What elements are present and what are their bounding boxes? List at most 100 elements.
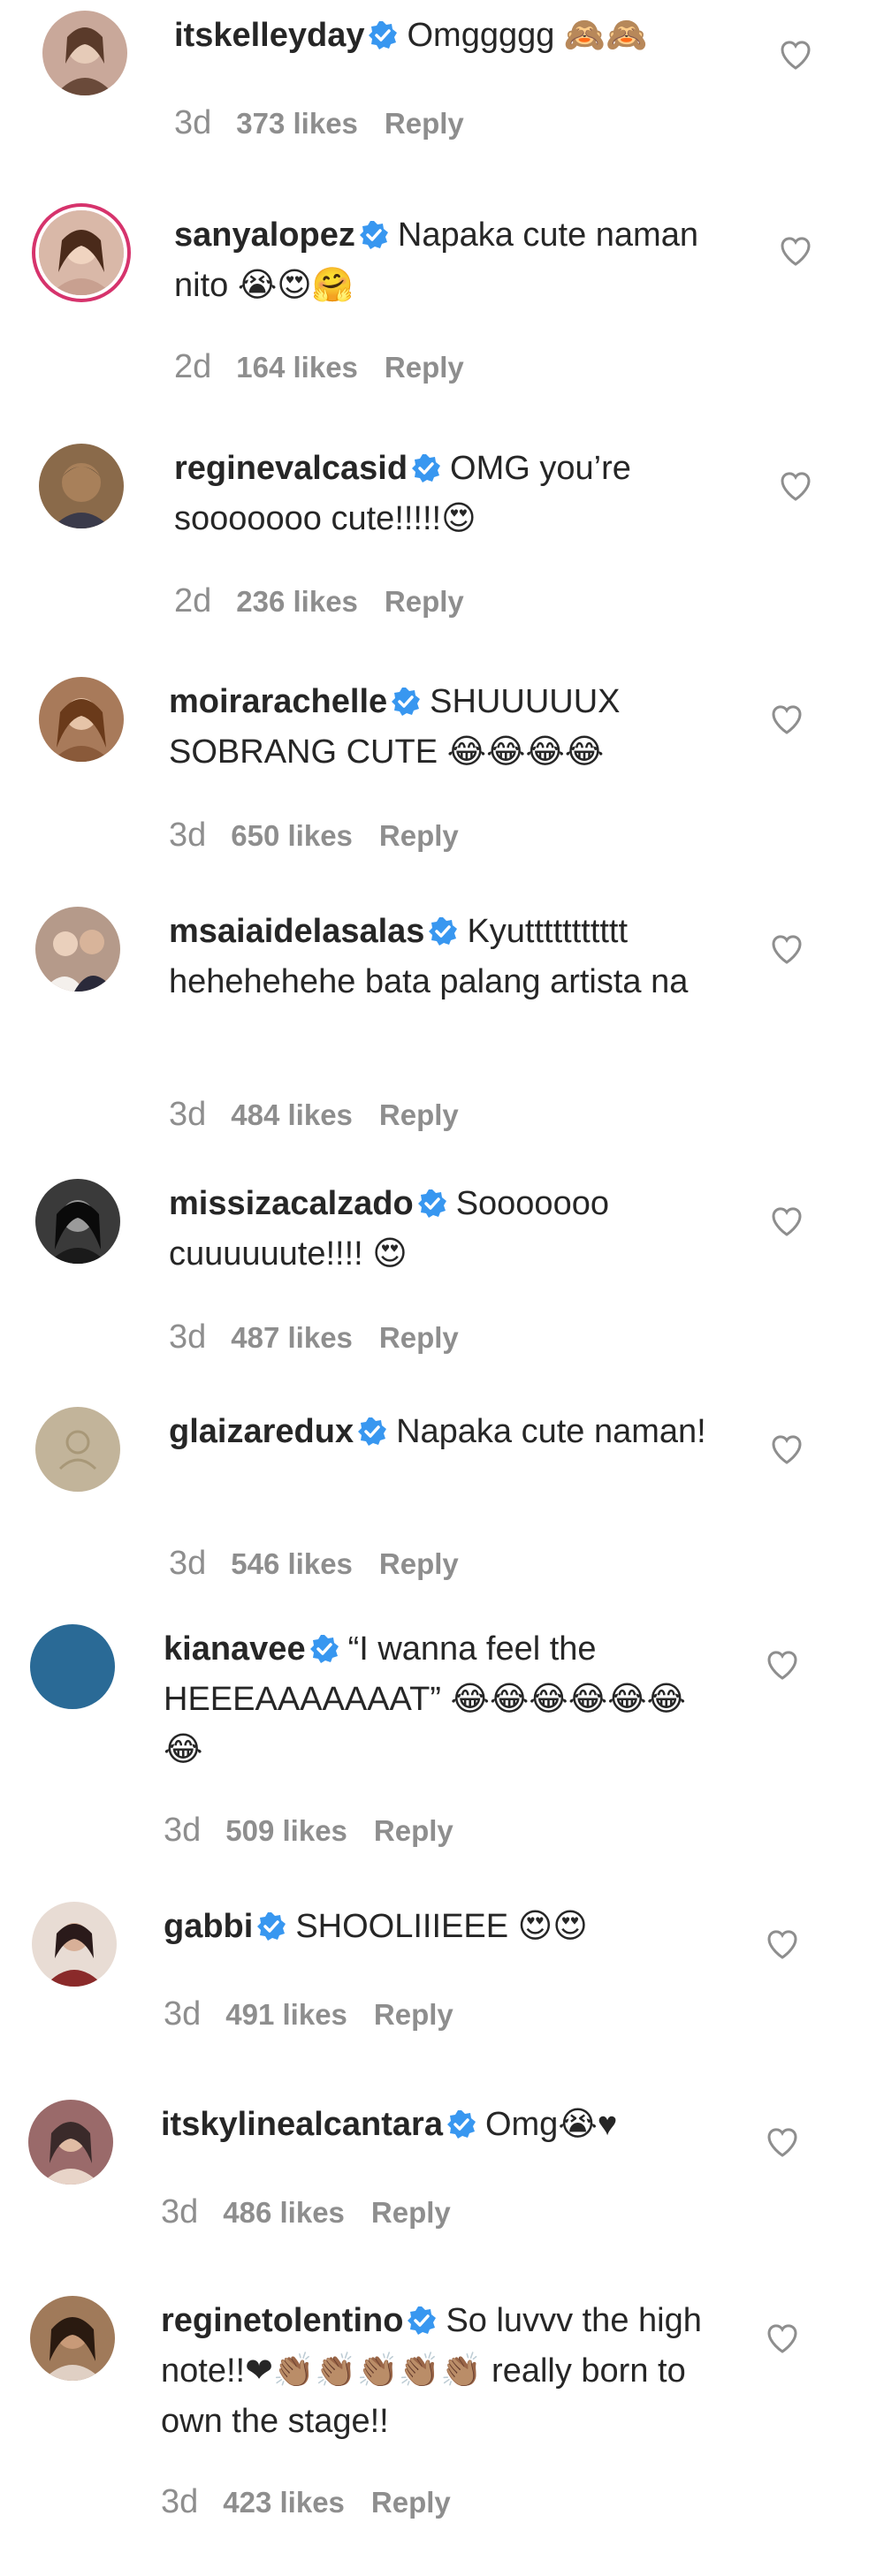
reply-button[interactable]: Reply <box>371 2196 451 2229</box>
username-link[interactable]: moirarachelle <box>169 683 387 720</box>
comment-text-block: missizacalzado Sooooooo cuuuuuute!!!! 😍 <box>169 1179 717 1280</box>
comment-body: Omggggg 🙈🙈 <box>407 17 648 54</box>
comment-age[interactable]: 3d <box>169 817 206 854</box>
reply-button[interactable]: Reply <box>374 1814 453 1847</box>
heart-outline-icon[interactable] <box>765 2124 800 2160</box>
comment-text-block: itskelleyday Omggggg 🙈🙈 <box>174 11 722 61</box>
comment-age[interactable]: 3d <box>169 1545 206 1582</box>
heart-outline-icon[interactable] <box>778 233 813 269</box>
heart-outline-icon[interactable] <box>765 1926 800 1962</box>
comment-age[interactable]: 2d <box>174 582 211 619</box>
comment-text-block: moirarachelle SHUUUUUX SOBRANG CUTE 😂😂😂😂 <box>169 677 717 778</box>
comment-age[interactable]: 2d <box>174 348 211 385</box>
heart-outline-icon[interactable] <box>769 702 804 737</box>
avatar[interactable] <box>30 2296 115 2381</box>
comment-age[interactable]: 3d <box>164 1812 201 1849</box>
comment-age[interactable]: 3d <box>169 1096 206 1133</box>
reply-button[interactable]: Reply <box>379 1321 459 1354</box>
verified-badge-icon <box>446 2109 476 2139</box>
likes-count[interactable]: 546 likes <box>231 1547 353 1580</box>
avatar[interactable] <box>39 677 124 762</box>
heart-outline-icon[interactable] <box>778 37 813 72</box>
comment-age[interactable]: 3d <box>169 1318 206 1356</box>
comment-body: Omg😭♥ <box>484 2106 618 2143</box>
comment-meta: 3d 373 likes Reply <box>174 104 464 142</box>
comment-meta: 3d 650 likes Reply <box>169 817 459 855</box>
username-link[interactable]: missizacalzado <box>169 1185 414 1222</box>
heart-outline-icon[interactable] <box>765 2321 800 2356</box>
reply-button[interactable]: Reply <box>385 107 464 140</box>
likes-count[interactable]: 236 likes <box>236 585 358 618</box>
comment-age[interactable]: 3d <box>161 2483 198 2520</box>
avatar[interactable] <box>35 1179 120 1264</box>
verified-badge-icon <box>391 687 421 717</box>
reply-button[interactable]: Reply <box>371 2486 451 2519</box>
comment-meta: 3d 423 likes Reply <box>161 2483 451 2521</box>
comment-text-block: gabbi SHOOLIIIEEE 😍😍 <box>164 1902 712 1952</box>
avatar[interactable] <box>28 2100 113 2185</box>
likes-count[interactable]: 423 likes <box>223 2486 345 2519</box>
comment-meta: 2d 164 likes Reply <box>174 348 464 386</box>
verified-badge-icon <box>357 1417 387 1447</box>
reply-button[interactable]: Reply <box>379 819 459 852</box>
heart-outline-icon[interactable] <box>778 468 813 504</box>
reply-button[interactable]: Reply <box>379 1547 459 1580</box>
username-link[interactable]: gabbi <box>164 1908 253 1945</box>
comment-meta: 3d 491 likes Reply <box>164 1995 453 2033</box>
likes-count[interactable]: 491 likes <box>225 1998 347 2031</box>
comment-body: SHOOLIIIEEE 😍😍 <box>295 1908 588 1945</box>
heart-outline-icon[interactable] <box>769 931 804 967</box>
likes-count[interactable]: 373 likes <box>236 107 358 140</box>
username-link[interactable]: glaizaredux <box>169 1413 354 1450</box>
avatar[interactable] <box>35 907 120 992</box>
heart-outline-icon[interactable] <box>769 1204 804 1239</box>
comment-age[interactable]: 3d <box>164 1995 201 2033</box>
comment-body: Napaka cute naman! <box>396 1413 706 1450</box>
reply-button[interactable]: Reply <box>385 585 464 618</box>
verified-badge-icon <box>359 220 389 250</box>
comment-meta: 3d 546 likes Reply <box>169 1545 459 1583</box>
username-link[interactable]: reginetolentino <box>161 2302 403 2339</box>
comment-text-block: itskylinealcantara Omg😭♥ <box>161 2100 709 2150</box>
reply-button[interactable]: Reply <box>379 1098 459 1131</box>
heart-outline-icon[interactable] <box>769 1432 804 1467</box>
comment-meta: 3d 484 likes Reply <box>169 1096 459 1134</box>
username-link[interactable]: sanyalopez <box>174 217 355 254</box>
likes-count[interactable]: 509 likes <box>225 1814 347 1847</box>
comment-age[interactable]: 3d <box>161 2193 198 2230</box>
verified-badge-icon <box>368 20 398 50</box>
likes-count[interactable]: 650 likes <box>231 819 353 852</box>
avatar[interactable] <box>39 444 124 528</box>
avatar[interactable] <box>32 1902 117 1987</box>
likes-count[interactable]: 484 likes <box>231 1098 353 1131</box>
verified-badge-icon <box>407 2306 437 2336</box>
comment-text-block: sanyalopez Napaka cute naman nito 😭😍🤗 <box>174 210 722 311</box>
verified-badge-icon <box>309 1634 339 1664</box>
username-link[interactable]: msaiaidelasalas <box>169 913 424 950</box>
avatar[interactable] <box>30 1624 115 1709</box>
reply-button[interactable]: Reply <box>385 351 464 384</box>
likes-count[interactable]: 486 likes <box>223 2196 345 2229</box>
avatar[interactable] <box>42 11 127 95</box>
comment-meta: 2d 236 likes Reply <box>174 582 464 620</box>
comment-text-block: reginevalcasid OMG you’re sooooooo cute!!… <box>174 444 722 544</box>
avatar[interactable] <box>35 1407 120 1492</box>
heart-outline-icon[interactable] <box>765 1647 800 1683</box>
likes-count[interactable]: 164 likes <box>236 351 358 384</box>
comment-meta: 3d 509 likes Reply <box>164 1812 453 1850</box>
reply-button[interactable]: Reply <box>374 1998 453 2031</box>
username-link[interactable]: kianavee <box>164 1630 306 1668</box>
username-link[interactable]: itskylinealcantara <box>161 2106 443 2143</box>
comment-text-block: glaizaredux Napaka cute naman! <box>169 1407 717 1457</box>
comment-meta: 3d 487 likes Reply <box>169 1318 459 1356</box>
avatar[interactable] <box>39 210 124 295</box>
comment-text-block: kianavee “I wanna feel the HEEEAAAAAAAT” … <box>164 1624 712 1775</box>
verified-badge-icon <box>411 453 441 483</box>
comment-text-block: msaiaidelasalas Kyuttttttttttt hehehehehe… <box>169 907 717 1007</box>
likes-count[interactable]: 487 likes <box>231 1321 353 1354</box>
username-link[interactable]: reginevalcasid <box>174 450 408 487</box>
verified-badge-icon <box>428 916 458 946</box>
username-link[interactable]: itskelleyday <box>174 17 364 54</box>
comment-age[interactable]: 3d <box>174 104 211 141</box>
comment-meta: 3d 486 likes Reply <box>161 2193 451 2231</box>
